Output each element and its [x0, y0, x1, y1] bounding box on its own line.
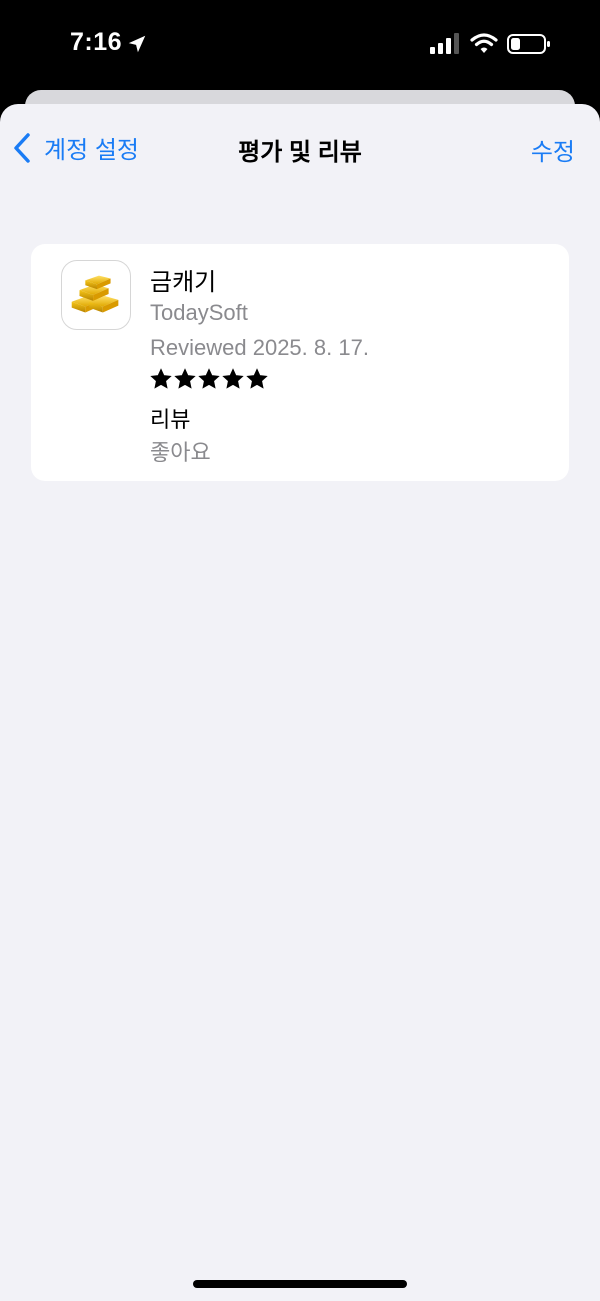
ratings-reviews-sheet: 계정 설정 평가 및 리뷰 수정 금캐기 TodaySoft Reviewed …	[0, 104, 600, 1301]
home-indicator[interactable]	[193, 1280, 407, 1288]
star-icon	[246, 368, 268, 389]
star-icon	[198, 368, 220, 389]
cellular-signal-icon	[430, 33, 459, 54]
star-icon	[150, 368, 172, 389]
status-bar: 7:16	[0, 0, 600, 90]
battery-icon	[507, 34, 550, 54]
app-name: 금캐기	[150, 269, 217, 296]
star-icon	[222, 368, 244, 389]
review-body: 좋아요	[150, 440, 211, 465]
star-rating	[150, 368, 268, 390]
wifi-icon	[470, 33, 498, 53]
edit-button[interactable]: 수정	[531, 132, 575, 167]
gold-bars-icon	[71, 275, 119, 313]
page-title: 평가 및 리뷰	[238, 139, 362, 166]
review-date: Reviewed 2025. 8. 17.	[150, 335, 369, 360]
location-arrow-icon	[128, 35, 146, 53]
review-card[interactable]: 금캐기 TodaySoft Reviewed 2025. 8. 17. 리뷰 좋…	[31, 244, 569, 481]
status-time: 7:16	[70, 28, 123, 56]
star-icon	[174, 368, 196, 389]
developer-name: TodaySoft	[150, 300, 248, 325]
review-title: 리뷰	[150, 407, 191, 432]
app-icon[interactable]	[61, 260, 131, 330]
